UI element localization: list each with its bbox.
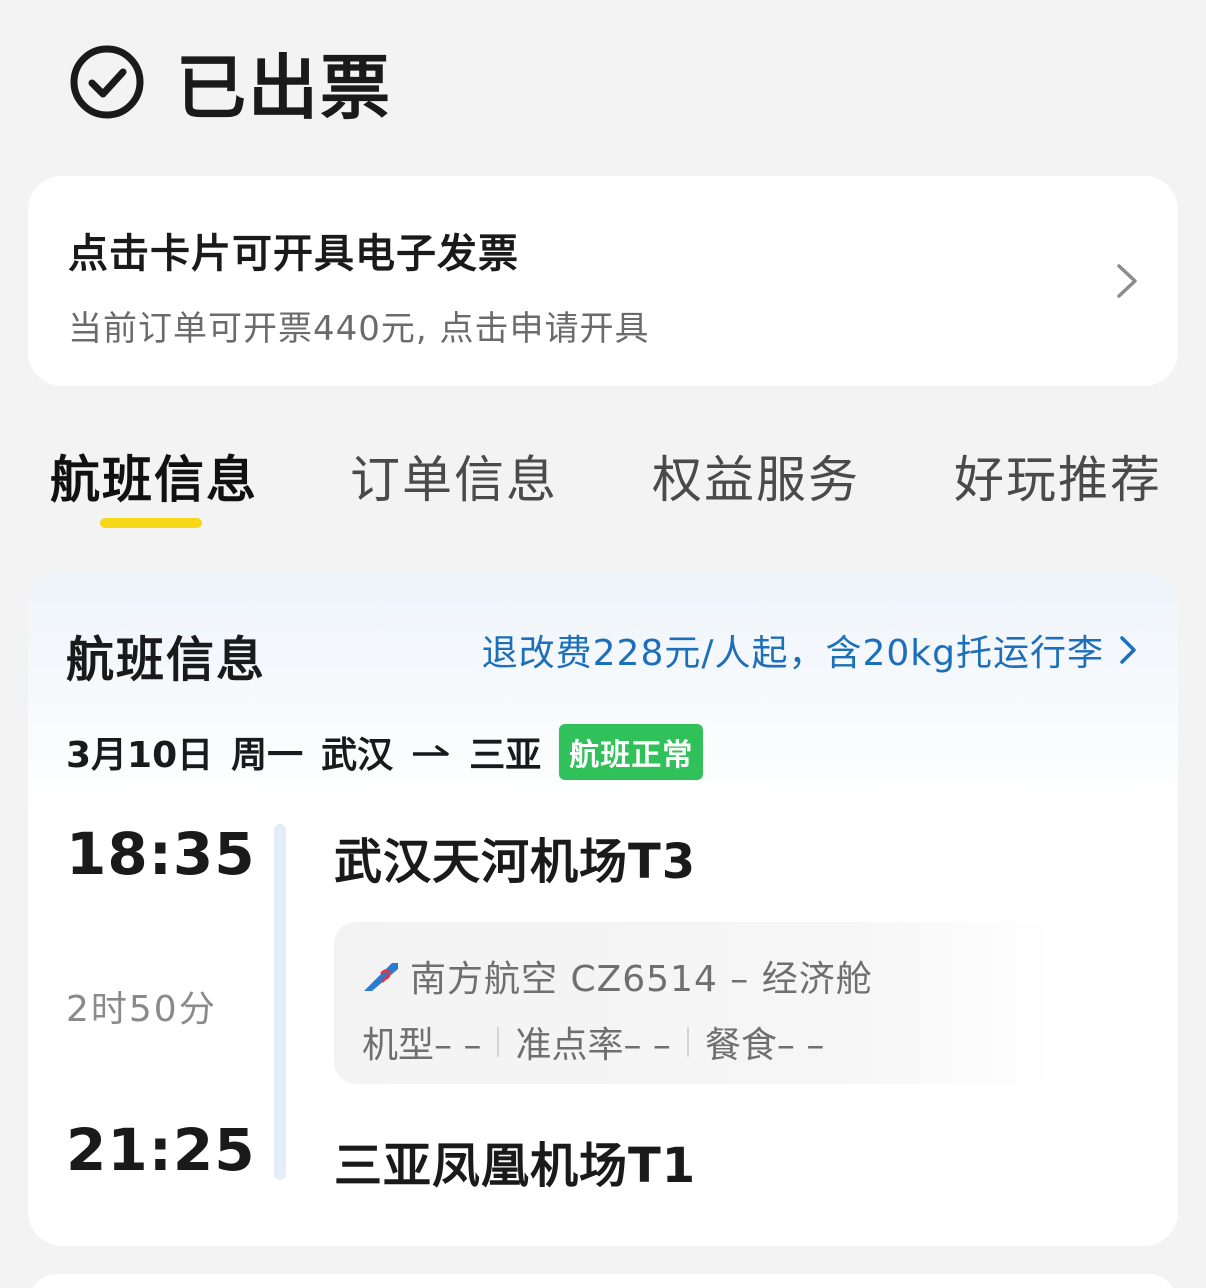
aircraft-type: 机型– – (362, 1025, 482, 1066)
invoice-subtitle: 当前订单可开票440元, 点击申请开具 (68, 309, 650, 349)
airline-line: 南方航空 CZ6514 – 经济舱 (362, 950, 873, 1002)
arrival-airport: 三亚凤凰机场T1 (334, 1138, 697, 1194)
flight-weekday: 周一 (231, 735, 304, 776)
chevron-right-icon (1120, 636, 1136, 664)
arrival-time: 21:25 (66, 1116, 256, 1184)
arrow-right-icon (413, 745, 449, 756)
flight-duration: 2时50分 (66, 989, 217, 1030)
flight-details-box[interactable]: 南方航空 CZ6514 – 经济舱 机型– – 准点率– – 餐食– – (334, 922, 1056, 1084)
refund-link-text: 退改费228元/人起，含20kg托运行李 (481, 633, 1104, 674)
departure-airport: 武汉天河机场T3 (334, 834, 697, 890)
flight-attributes: 机型– – 准点率– – 餐食– – (362, 1016, 824, 1068)
airline-flight-class: 南方航空 CZ6514 – 经济舱 (410, 959, 873, 1000)
active-tab-indicator (100, 518, 202, 528)
flight-info-card: 航班信息 退改费228元/人起，含20kg托运行李 3月10日 周一 武汉 三亚… (28, 572, 1178, 1246)
tab-bar: 航班信息 订单信息 权益服务 好玩推荐 (0, 440, 1206, 540)
to-city: 三亚 (469, 735, 542, 776)
next-card-peek (28, 1274, 1178, 1288)
flight-order-page: 已出票 点击卡片可开具电子发票 当前订单可开票440元, 点击申请开具 航班信息… (0, 0, 1206, 1288)
departure-time: 18:35 (66, 820, 256, 888)
tab-order-info[interactable]: 订单信息 (350, 440, 558, 512)
refund-baggage-link[interactable]: 退改费228元/人起，含20kg托运行李 (482, 624, 1138, 676)
flight-date: 3月10日 (66, 735, 214, 776)
route-summary: 3月10日 周一 武汉 三亚 航班正常 (66, 724, 721, 780)
order-status-header: 已出票 (68, 40, 392, 129)
check-circle-icon (70, 45, 144, 119)
tab-benefit-services[interactable]: 权益服务 (652, 440, 860, 512)
from-city: 武汉 (321, 735, 394, 776)
invoice-title: 点击卡片可开具电子发票 (68, 231, 519, 277)
tab-fun-recommendations[interactable]: 好玩推荐 (954, 440, 1162, 512)
section-title: 航班信息 (66, 632, 267, 688)
meal-info: 餐食– – (704, 1025, 825, 1066)
china-southern-logo-icon (364, 963, 398, 991)
timeline-line (274, 824, 286, 1180)
chevron-right-icon (1117, 264, 1137, 298)
divider (686, 1027, 689, 1057)
status-title: 已出票 (176, 46, 392, 129)
invoice-card[interactable]: 点击卡片可开具电子发票 当前订单可开票440元, 点击申请开具 (28, 176, 1178, 386)
tab-flight-info[interactable]: 航班信息 (50, 440, 258, 512)
flight-status-badge: 航班正常 (559, 724, 704, 780)
divider (497, 1027, 500, 1057)
on-time-rate: 准点率– – (515, 1025, 671, 1066)
